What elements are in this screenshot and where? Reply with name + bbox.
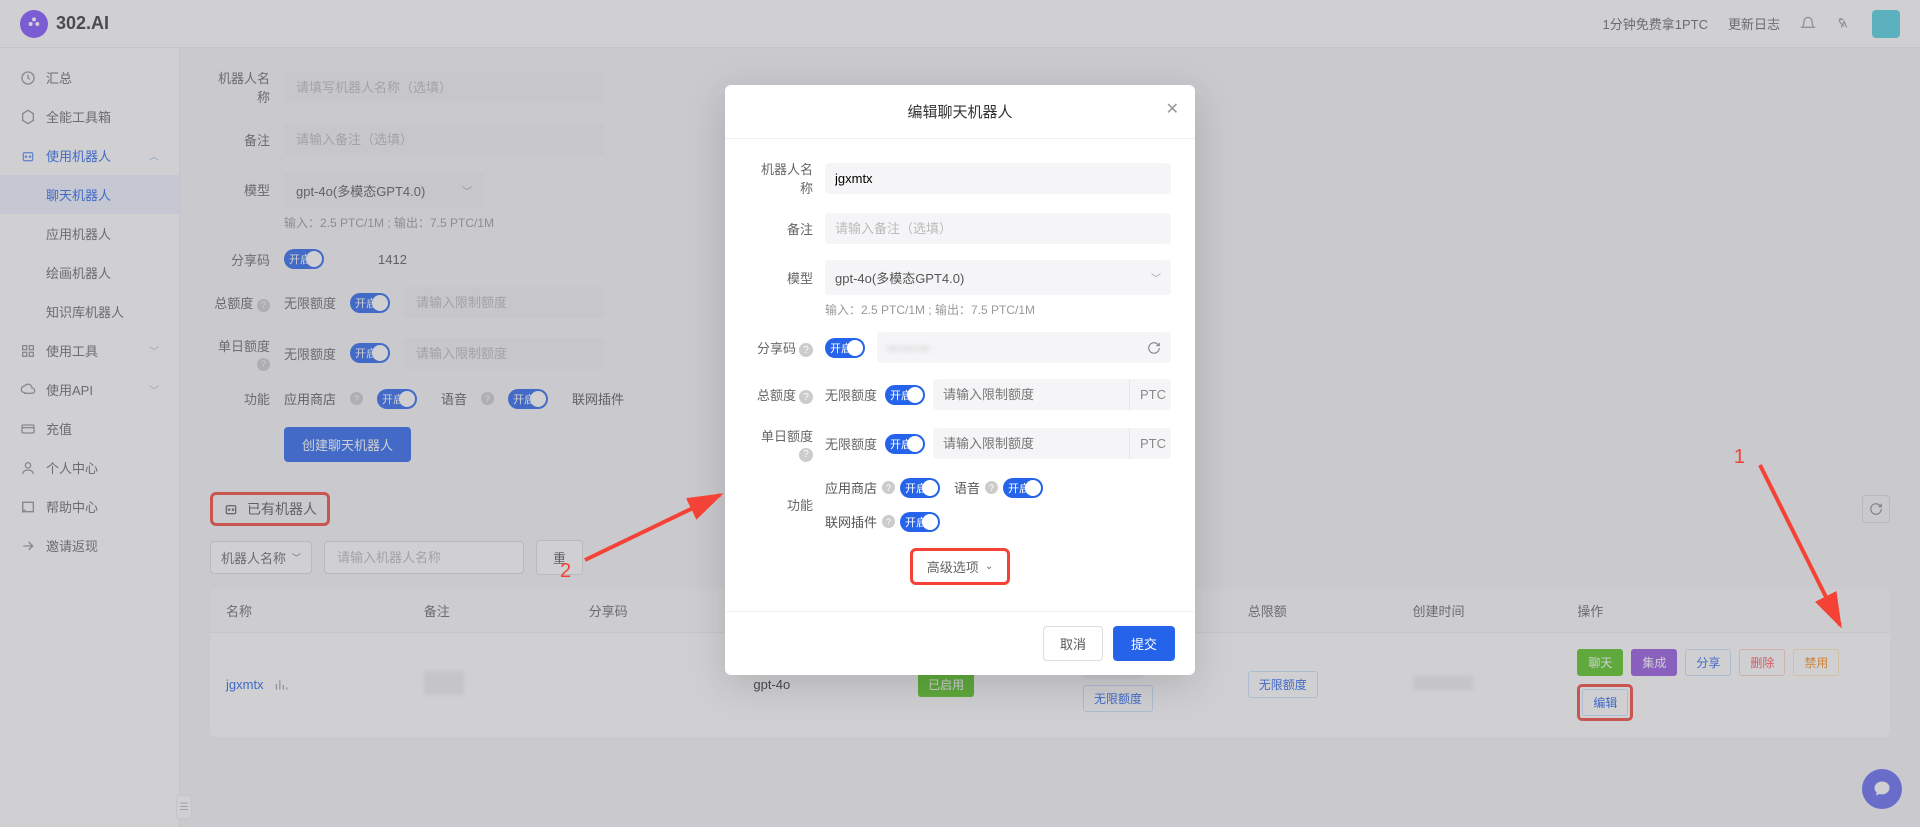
chevron-down-icon: ﹀ [1151, 270, 1161, 285]
m-toggle-total[interactable]: 开启 [885, 385, 925, 405]
m-toggle-daily[interactable]: 开启 [885, 434, 925, 454]
m-input-note[interactable] [825, 213, 1171, 244]
m-toggle-plugin[interactable]: 开启 [900, 512, 940, 532]
modal-close-button[interactable]: ✕ [1166, 99, 1179, 119]
m-toggle-store[interactable]: 开启 [900, 478, 940, 498]
help-icon[interactable]: ? [799, 448, 813, 462]
m-toggle-voice[interactable]: 开启 [1003, 478, 1043, 498]
m-input-daily [933, 428, 1129, 459]
refresh-icon[interactable] [1147, 341, 1161, 355]
m-label-name: 机器人名称 [749, 159, 813, 197]
m-toggle-share[interactable]: 开启 [825, 338, 865, 358]
m-label-model: 模型 [749, 268, 813, 287]
help-icon[interactable]: ? [882, 481, 895, 494]
m-label-total: 总额度? [749, 385, 813, 405]
chevron-down-icon: ⌄ [985, 561, 993, 572]
edit-bot-modal: 编辑聊天机器人 ✕ 机器人名称 备注 模型gpt-4o(多模态GPT4.0)﹀ … [725, 85, 1195, 675]
m-share-display: ——— [877, 332, 1171, 363]
m-model-hint: 输入：2.5 PTC/1M ; 输出：7.5 PTC/1M [825, 301, 1171, 318]
m-label-share: 分享码? [749, 338, 813, 358]
cancel-button[interactable]: 取消 [1043, 626, 1103, 661]
submit-button[interactable]: 提交 [1113, 626, 1175, 661]
help-icon[interactable]: ? [799, 343, 813, 357]
m-label-features: 功能 [749, 495, 813, 514]
m-input-total [933, 379, 1129, 410]
m-label-daily: 单日额度? [749, 426, 813, 462]
advanced-options-button[interactable]: 高级选项⌄ [910, 548, 1010, 585]
m-label-note: 备注 [749, 219, 813, 238]
m-input-name[interactable] [825, 163, 1171, 194]
help-icon[interactable]: ? [882, 515, 895, 528]
m-select-model[interactable]: gpt-4o(多模态GPT4.0)﹀ [825, 260, 1171, 295]
help-icon[interactable]: ? [985, 481, 998, 494]
help-icon[interactable]: ? [799, 390, 813, 404]
modal-title: 编辑聊天机器人 ✕ [725, 85, 1195, 139]
